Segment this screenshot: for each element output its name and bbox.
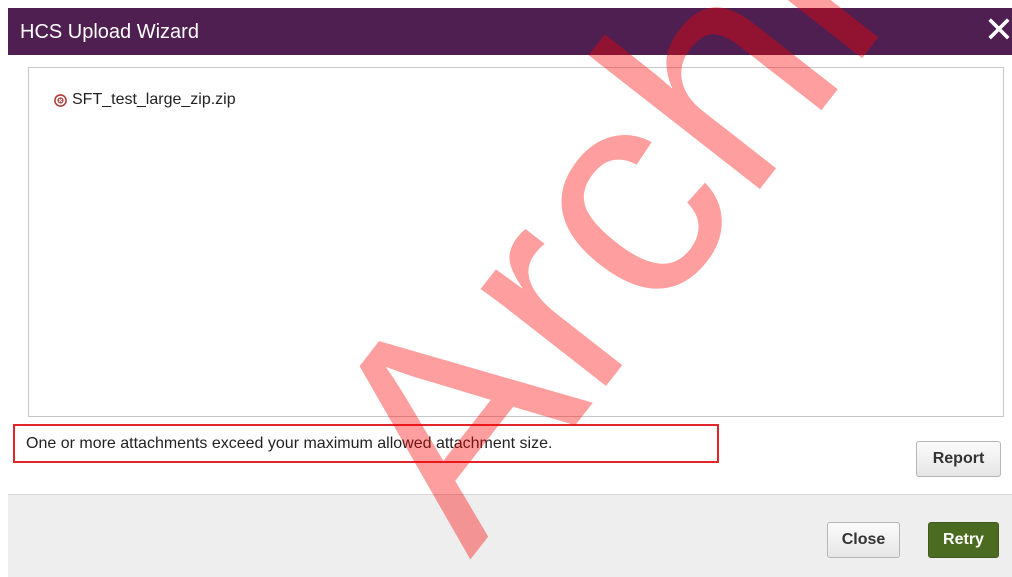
error-message: One or more attachments exceed your maxi…	[13, 424, 719, 463]
close-button[interactable]: Close	[827, 522, 900, 558]
file-list: SFT_test_large_zip.zip	[28, 67, 1004, 417]
retry-button[interactable]: Retry	[928, 522, 999, 558]
top-edge	[0, 0, 1012, 8]
upload-wizard-screen: HCS Upload Wizard ✕ SFT_test_large_zip.z…	[0, 0, 1012, 577]
dialog-title: HCS Upload Wizard	[20, 21, 199, 43]
file-name: SFT_test_large_zip.zip	[72, 91, 236, 108]
list-item[interactable]: SFT_test_large_zip.zip	[54, 90, 236, 110]
close-icon[interactable]: ✕	[982, 12, 1012, 48]
dialog-titlebar: HCS Upload Wizard ✕	[8, 8, 1012, 55]
error-circle-icon	[54, 93, 67, 107]
report-button[interactable]: Report	[916, 441, 1001, 477]
